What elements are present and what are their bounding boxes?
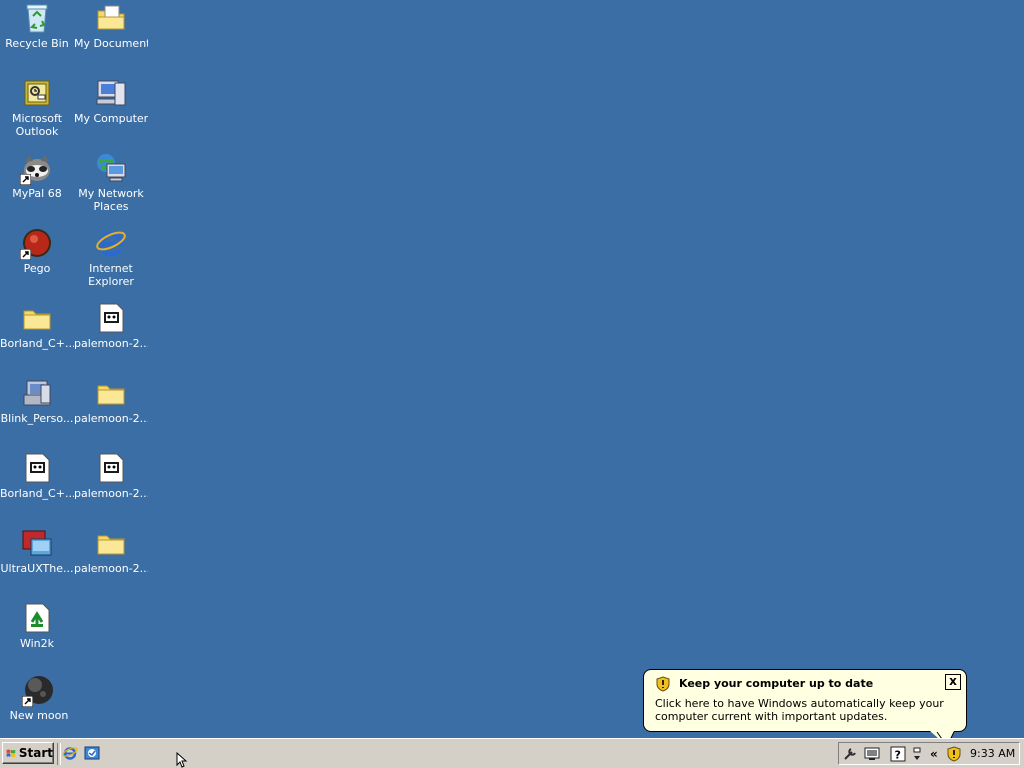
icon-label: palemoon-2... <box>74 337 148 350</box>
internet-explorer-shortcut[interactable]: Internet Explorer <box>74 227 148 288</box>
icon-label: My Documents <box>74 37 148 50</box>
windows-logo-icon <box>6 749 16 758</box>
ultraux-shortcut[interactable]: UltraUXThe... <box>0 527 74 575</box>
installer-icon <box>21 452 53 484</box>
pego-icon <box>20 227 53 260</box>
close-button[interactable]: x <box>945 674 961 690</box>
new-moon-icon <box>22 674 55 707</box>
pego-shortcut[interactable]: Pego <box>0 227 74 275</box>
network-icon <box>95 152 127 184</box>
icon-label: palemoon-2... <box>74 412 148 425</box>
desktop: Recycle Bin Microsoft Outlook MyPal 68 P… <box>0 0 1024 738</box>
palemoon-folder-2[interactable]: palemoon-2... <box>74 527 148 575</box>
folder-icon <box>95 377 127 409</box>
installer-icon <box>95 452 127 484</box>
help-icon[interactable]: ? <box>890 746 906 762</box>
palemoon-folder-1[interactable]: palemoon-2... <box>74 377 148 425</box>
icon-label: New moon <box>9 709 69 722</box>
mypal-icon <box>20 152 53 185</box>
outlook-shortcut[interactable]: Microsoft Outlook <box>0 77 74 138</box>
security-shield-icon[interactable] <box>946 746 962 762</box>
icon-label: My Computer <box>74 112 148 125</box>
blink-icon <box>21 377 53 409</box>
folder-documents-icon <box>95 2 127 34</box>
volume-icon[interactable] <box>912 746 922 762</box>
update-balloon-notification[interactable]: Keep your computer up to date Click here… <box>643 669 967 732</box>
icon-label: Borland_C+... <box>0 337 74 350</box>
clock[interactable]: 9:33 AM <box>970 747 1015 760</box>
taskbar-separator <box>57 743 61 765</box>
ie-icon[interactable] <box>62 745 78 761</box>
svg-text:?: ? <box>895 749 901 762</box>
ie-icon <box>95 227 127 259</box>
icon-label: MyPal 68 <box>12 187 62 200</box>
outlook-icon <box>21 77 53 109</box>
shortcut-arrow-icon <box>22 696 33 707</box>
icon-label: Borland_C+... <box>0 487 74 500</box>
my-computer-shortcut[interactable]: My Computer <box>74 77 148 125</box>
security-shield-icon <box>656 676 670 692</box>
blink-shortcut[interactable]: Blink_Perso... <box>0 377 74 425</box>
installer-icon <box>95 302 127 334</box>
computer-icon <box>95 77 127 109</box>
start-label: Start <box>18 746 53 760</box>
recycle-bin-shortcut[interactable]: Recycle Bin <box>0 2 74 50</box>
icon-label: Pego <box>23 262 51 275</box>
borland-installer-shortcut[interactable]: Borland_C+... <box>0 452 74 500</box>
icon-label: Win2k <box>19 637 55 650</box>
icon-label: palemoon-2... <box>74 562 148 575</box>
shortcut-arrow-icon <box>20 174 31 185</box>
system-tray: ? « 9:33 AM <box>838 742 1020 765</box>
icon-label: Blink_Perso... <box>0 412 74 425</box>
my-network-places-shortcut[interactable]: My Network Places <box>74 152 148 213</box>
mypal-shortcut[interactable]: MyPal 68 <box>0 152 74 200</box>
win2k-file-icon <box>21 602 53 634</box>
icon-label: Internet Explorer <box>88 262 134 288</box>
icon-label: Recycle Bin <box>5 37 69 50</box>
shortcut-arrow-icon <box>20 249 31 260</box>
ultraux-icon <box>21 527 53 559</box>
folder-icon <box>95 527 127 559</box>
balloon-title: Keep your computer up to date <box>679 677 874 690</box>
display-icon[interactable] <box>864 746 880 762</box>
my-documents-shortcut[interactable]: My Documents <box>74 2 148 50</box>
icon-label: Microsoft Outlook <box>11 112 63 138</box>
outlook-express-icon[interactable] <box>84 745 100 761</box>
tools-icon[interactable] <box>842 746 858 762</box>
close-icon: x <box>949 674 957 688</box>
palemoon-installer-1[interactable]: palemoon-2... <box>74 302 148 350</box>
mouse-cursor-icon <box>176 752 188 768</box>
recycle-bin-icon <box>21 2 53 34</box>
palemoon-installer-2[interactable]: palemoon-2... <box>74 452 148 500</box>
expand-chevron-icon[interactable]: « <box>930 746 946 762</box>
folder-icon <box>21 302 53 334</box>
win2k-shortcut[interactable]: Win2k <box>0 602 74 650</box>
icon-label: UltraUXThe... <box>0 562 74 575</box>
icon-label: palemoon-2... <box>74 487 148 500</box>
new-moon-shortcut[interactable]: New moon <box>2 674 76 722</box>
balloon-message[interactable]: Click here to have Windows automatically… <box>655 697 960 723</box>
borland-folder-shortcut[interactable]: Borland_C+... <box>0 302 74 350</box>
taskbar: Start ? « 9:33 AM <box>0 738 1024 768</box>
icon-label: My Network Places <box>78 187 144 213</box>
start-button[interactable]: Start <box>2 742 54 764</box>
